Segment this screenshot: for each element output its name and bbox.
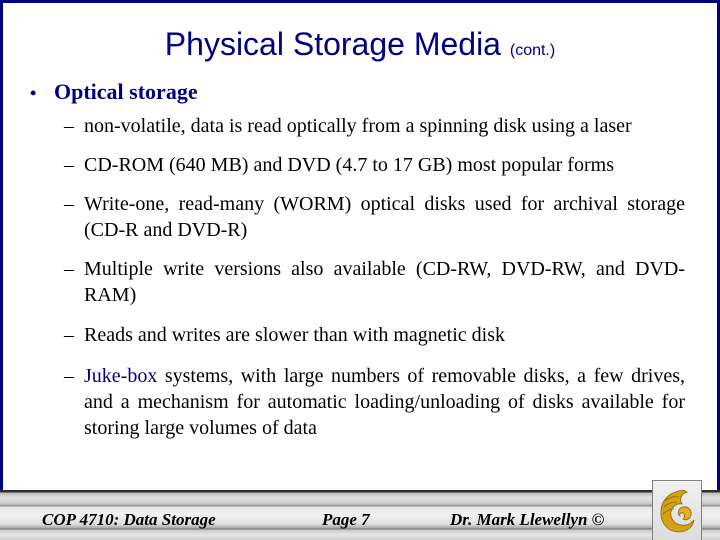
dash-marker: – (64, 258, 74, 280)
footer-author: Dr. Mark Llewellyn © (450, 510, 605, 529)
dash-marker: – (64, 193, 74, 215)
bullet-marker: • (30, 83, 37, 103)
footer-course: COP 4710: Data Storage (42, 510, 216, 529)
sub-bullet-text: non-volatile, data is read optically fro… (84, 115, 632, 137)
title-suffix: (cont.) (509, 42, 556, 59)
jukebox-rest: systems, with large numbers of removable… (84, 365, 685, 439)
dash-marker: – (64, 365, 74, 387)
ucf-pegasus-logo-icon (660, 489, 695, 533)
sub-bullet-text: CD-ROM (640 MB) and DVD (4.7 to 17 GB) m… (84, 154, 614, 176)
sub-bullet: – Write-one, read-many (WORM) optical di… (64, 191, 685, 243)
logo-box (652, 480, 702, 540)
sub-bullet-text: Multiple write versions also available (… (84, 258, 685, 306)
footer-page-number: Page 7 (322, 510, 370, 529)
bullet-optical-storage: • Optical storage (30, 78, 198, 107)
bullet-label: Optical storage (54, 79, 198, 104)
sub-bullet: – CD-ROM (640 MB) and DVD (4.7 to 17 GB)… (64, 152, 685, 178)
sub-bullet: – Juke-box systems, with large numbers o… (64, 363, 685, 441)
sub-bullet-text: Juke-box systems, with large numbers of … (84, 363, 685, 441)
sub-bullet-text: Write-one, read-many (WORM) optical disk… (84, 193, 685, 241)
dash-marker: – (64, 115, 74, 137)
sub-bullet: – non-volatile, data is read optically f… (64, 113, 685, 139)
dash-marker: – (64, 154, 74, 176)
sub-bullet: – Multiple write versions also available… (64, 256, 685, 308)
dash-marker: – (64, 324, 74, 346)
jukebox-highlight: Juke-box (84, 365, 158, 387)
sub-bullet: – Reads and writes are slower than with … (64, 322, 685, 348)
title-text: Physical Storage Media (164, 26, 501, 62)
slide-title: Physical Storage Media (cont.) (0, 24, 720, 71)
slide: Physical Storage Media (cont.) • Optical … (0, 0, 720, 540)
sub-bullet-text: Reads and writes are slower than with ma… (84, 324, 505, 346)
